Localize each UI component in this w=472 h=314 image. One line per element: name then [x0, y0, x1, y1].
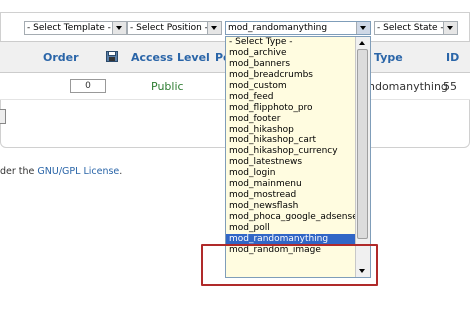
dropdown-option[interactable]: mod_mainmenu	[226, 179, 370, 190]
select-template[interactable]: - Select Template -	[24, 21, 127, 35]
license-suffix: .	[119, 166, 123, 177]
select-template-label: - Select Template -	[27, 23, 111, 33]
dropdown-option[interactable]: mod_custom	[226, 81, 370, 92]
select-position-label: - Select Position -	[130, 23, 208, 33]
select-type-label: mod_randomanything	[228, 23, 328, 33]
scroll-up-icon[interactable]	[356, 37, 369, 49]
select-position[interactable]: - Select Position -	[127, 21, 222, 35]
dropdown-option[interactable]: mod_archive	[226, 48, 370, 59]
license-link[interactable]: GNU/GPL License	[37, 166, 119, 177]
dropdown-option[interactable]: mod_hikashop_cart	[226, 135, 370, 146]
select-state[interactable]: - Select State -	[374, 21, 458, 35]
header-type[interactable]: Type	[374, 51, 403, 64]
access-level-value[interactable]: Public	[151, 80, 184, 93]
pagination-fragment	[0, 109, 6, 124]
header-id[interactable]: ID	[446, 51, 459, 64]
dropdown-option[interactable]: mod_phoca_google_adsense	[226, 212, 370, 223]
select-type[interactable]: mod_randomanything	[225, 21, 371, 35]
type-dropdown-list[interactable]: - Select Type - mod_archive mod_banners mod…	[225, 36, 371, 278]
license-text: der the GNU/GPL License.	[0, 166, 122, 177]
header-access-level[interactable]: Access Level	[131, 51, 210, 64]
annotation-highlight-box	[201, 244, 378, 286]
chevron-down-icon[interactable]	[207, 22, 221, 34]
dropdown-option[interactable]: mod_banners	[226, 59, 370, 70]
scroll-thumb[interactable]	[357, 49, 368, 239]
dropdown-option[interactable]: mod_hikashop	[226, 125, 370, 136]
dropdown-option[interactable]: mod_footer	[226, 114, 370, 125]
dropdown-option[interactable]: mod_breadcrumbs	[226, 70, 370, 81]
dropdown-option[interactable]: mod_login	[226, 168, 370, 179]
license-prefix: der the	[0, 166, 38, 177]
type-value: ndomanything	[368, 80, 448, 93]
dropdown-option[interactable]: mod_flipphoto_pro	[226, 103, 370, 114]
chevron-down-icon[interactable]	[356, 22, 370, 34]
dropdown-option[interactable]: mod_mostread	[226, 190, 370, 201]
header-order[interactable]: Order	[43, 51, 79, 64]
chevron-down-icon[interactable]	[443, 22, 457, 34]
dropdown-option[interactable]: mod_poll	[226, 223, 370, 234]
select-state-label: - Select State -	[377, 23, 444, 33]
save-order-icon[interactable]	[106, 51, 118, 62]
chevron-down-icon[interactable]	[112, 22, 126, 34]
id-value: 55	[443, 80, 457, 93]
dropdown-option[interactable]: mod_newsflash	[226, 201, 370, 212]
dropdown-option[interactable]: mod_feed	[226, 92, 370, 103]
dropdown-option[interactable]: mod_hikashop_currency	[226, 146, 370, 157]
dropdown-scrollbar[interactable]	[355, 37, 370, 277]
order-input[interactable]: 0	[70, 79, 106, 93]
dropdown-option[interactable]: - Select Type -	[226, 37, 370, 48]
dropdown-option[interactable]: mod_latestnews	[226, 157, 370, 168]
